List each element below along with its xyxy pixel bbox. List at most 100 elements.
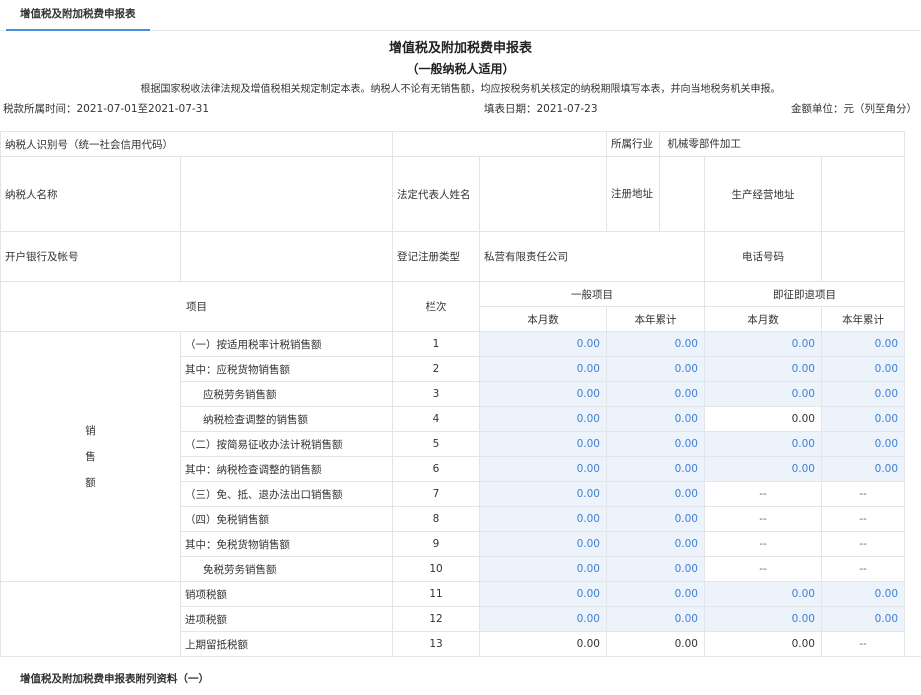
cell-general-month: 0.00 [479, 631, 607, 657]
section-sales-char: 销 [85, 424, 96, 437]
prod-address-value[interactable] [820, 156, 906, 232]
cell-general-month[interactable]: 0.00 [479, 606, 607, 632]
reg-address-label: 注册地址 [608, 157, 660, 231]
cell-general-year[interactable]: 0.00 [606, 606, 705, 632]
row-item-label: 应税劳务销售额 [180, 381, 393, 407]
row-line-number: 9 [392, 531, 480, 557]
cell-general-month[interactable]: 0.00 [479, 431, 607, 457]
legal-rep-value[interactable] [479, 156, 607, 232]
cell-general-year[interactable]: 0.00 [606, 456, 705, 482]
cell-general-year[interactable]: 0.00 [606, 531, 705, 557]
form-meta: 税款所属时间：2021-07-01至2021-07-31 填表日期：2021-0… [0, 99, 921, 119]
cell-general-year: 0.00 [606, 631, 705, 657]
industry-value[interactable]: 机械零部件加工 [663, 138, 741, 150]
cell-refund-year: -- [820, 481, 906, 507]
cell-refund-year: -- [820, 531, 906, 557]
prod-address-label: 生产经营地址 [704, 156, 822, 232]
table-row: 销项税额 11 0.00 0.00 0.00 0.00 [0, 581, 906, 657]
cell-general-year[interactable]: 0.00 [606, 506, 705, 532]
cell-general-year[interactable]: 0.00 [606, 581, 705, 607]
cell-general-year[interactable]: 0.00 [606, 406, 705, 432]
cell-refund-month[interactable]: 0.00 [704, 456, 822, 482]
cell-general-month[interactable]: 0.00 [479, 556, 607, 582]
tab-vat-return[interactable]: 增值税及附加税费申报表 [6, 0, 150, 31]
taxpayer-name-value[interactable] [180, 156, 393, 232]
row-item-label: 进项税额 [180, 606, 393, 632]
form-note: 根据国家税收法律法规及增值税相关规定制定本表。纳税人不论有无销售额，均应按税务机… [140, 84, 781, 95]
cell-refund-month: 0.00 [704, 631, 822, 657]
row-item-label: 其中：免税货物销售额 [180, 531, 393, 557]
phone-value[interactable] [820, 231, 906, 282]
cell-refund-year: -- [820, 631, 906, 657]
section-sales-char: 额 [85, 476, 96, 489]
cell-general-month[interactable]: 0.00 [479, 506, 607, 532]
col-header-item: 项目 [0, 281, 393, 332]
row-item-label: （四）免税销售额 [180, 506, 393, 532]
cell-general-month[interactable]: 0.00 [479, 331, 607, 357]
row-line-number: 12 [392, 606, 480, 632]
reg-type-value[interactable]: 私营有限责任公司 [479, 231, 705, 282]
tab-bar: 增值税及附加税费申报表 [0, 0, 921, 31]
cell-refund-month: -- [704, 506, 822, 532]
cell-refund-year[interactable]: 0.00 [820, 606, 906, 632]
cell-general-year[interactable]: 0.00 [606, 331, 705, 357]
cell-general-month[interactable]: 0.00 [479, 531, 607, 557]
tax-period: 税款所属时间：2021-07-01至2021-07-31 [3, 103, 210, 115]
cell-refund-year[interactable]: 0.00 [820, 431, 906, 457]
bank-account-label: 开户银行及帐号 [0, 231, 181, 282]
cell-refund-year[interactable]: 0.00 [820, 381, 906, 407]
cell-refund-month[interactable]: 0.00 [704, 581, 822, 607]
section-sales-label: 销售额 [0, 331, 181, 582]
section-tax-label [0, 581, 181, 657]
cell-general-year[interactable]: 0.00 [606, 356, 705, 382]
cell-refund-month: 0.00 [704, 406, 822, 432]
cell-general-year[interactable]: 0.00 [606, 431, 705, 457]
cell-general-month[interactable]: 0.00 [479, 456, 607, 482]
industry-cell: 所属行业 机械零部件加工 [605, 131, 906, 157]
row-item-label: （三）免、抵、退办法出口销售额 [180, 481, 393, 507]
phone-label: 电话号码 [704, 231, 822, 282]
cell-refund-month[interactable]: 0.00 [704, 431, 822, 457]
bank-account-value[interactable] [180, 231, 393, 282]
cell-general-month[interactable]: 0.00 [479, 406, 607, 432]
form-title: 增值税及附加税费申报表 [388, 41, 532, 56]
cell-general-month[interactable]: 0.00 [479, 356, 607, 382]
cell-refund-year[interactable]: 0.00 [820, 406, 906, 432]
cell-refund-year[interactable]: 0.00 [820, 581, 906, 607]
col-header-general: 一般项目 [479, 281, 705, 307]
col-header-general-month: 本月数 [479, 306, 607, 332]
cell-general-month[interactable]: 0.00 [479, 381, 607, 407]
row-item-label: （一）按适用税率计税销售额 [180, 331, 393, 357]
table-row: 销售额（一）按适用税率计税销售额 1 0.00 0.00 0.00 0.00 [0, 331, 906, 582]
row-item-label: 其中：纳税检查调整的销售额 [180, 456, 393, 482]
row-line-number: 3 [392, 381, 480, 407]
cell-general-year[interactable]: 0.00 [606, 556, 705, 582]
row-item-label: 其中：应税货物销售额 [180, 356, 393, 382]
taxpayer-id-value[interactable] [392, 131, 607, 157]
appendix-section-header[interactable]: 增值税及附加税费申报表附列资料（一） [0, 656, 921, 695]
row-line-number: 13 [392, 631, 480, 657]
row-line-number: 2 [392, 356, 480, 382]
col-header-refund: 即征即退项目 [703, 281, 906, 307]
row-line-number: 8 [392, 506, 480, 532]
cell-general-year[interactable]: 0.00 [606, 481, 705, 507]
form-subtitle: （一般纳税人适用） [406, 62, 515, 76]
col-header-refund-month: 本月数 [704, 306, 822, 332]
cell-refund-month[interactable]: 0.00 [704, 606, 822, 632]
cell-refund-year[interactable]: 0.00 [820, 331, 906, 357]
cell-general-month[interactable]: 0.00 [479, 481, 607, 507]
cell-refund-month[interactable]: 0.00 [704, 331, 822, 357]
cell-refund-year[interactable]: 0.00 [820, 356, 906, 382]
cell-refund-year[interactable]: 0.00 [820, 456, 906, 482]
row-line-number: 6 [392, 456, 480, 482]
cell-general-year[interactable]: 0.00 [606, 381, 705, 407]
row-line-number: 11 [392, 581, 480, 607]
cell-refund-month[interactable]: 0.00 [704, 381, 822, 407]
cell-general-month[interactable]: 0.00 [479, 581, 607, 607]
row-item-label: 免税劳务销售额 [180, 556, 393, 582]
cell-refund-month[interactable]: 0.00 [704, 356, 822, 382]
col-header-refund-year: 本年累计 [820, 306, 906, 332]
cell-refund-year: -- [820, 556, 906, 582]
reg-address-cell: 注册地址 [606, 156, 705, 232]
legal-rep-label: 法定代表人姓名 [392, 156, 480, 232]
